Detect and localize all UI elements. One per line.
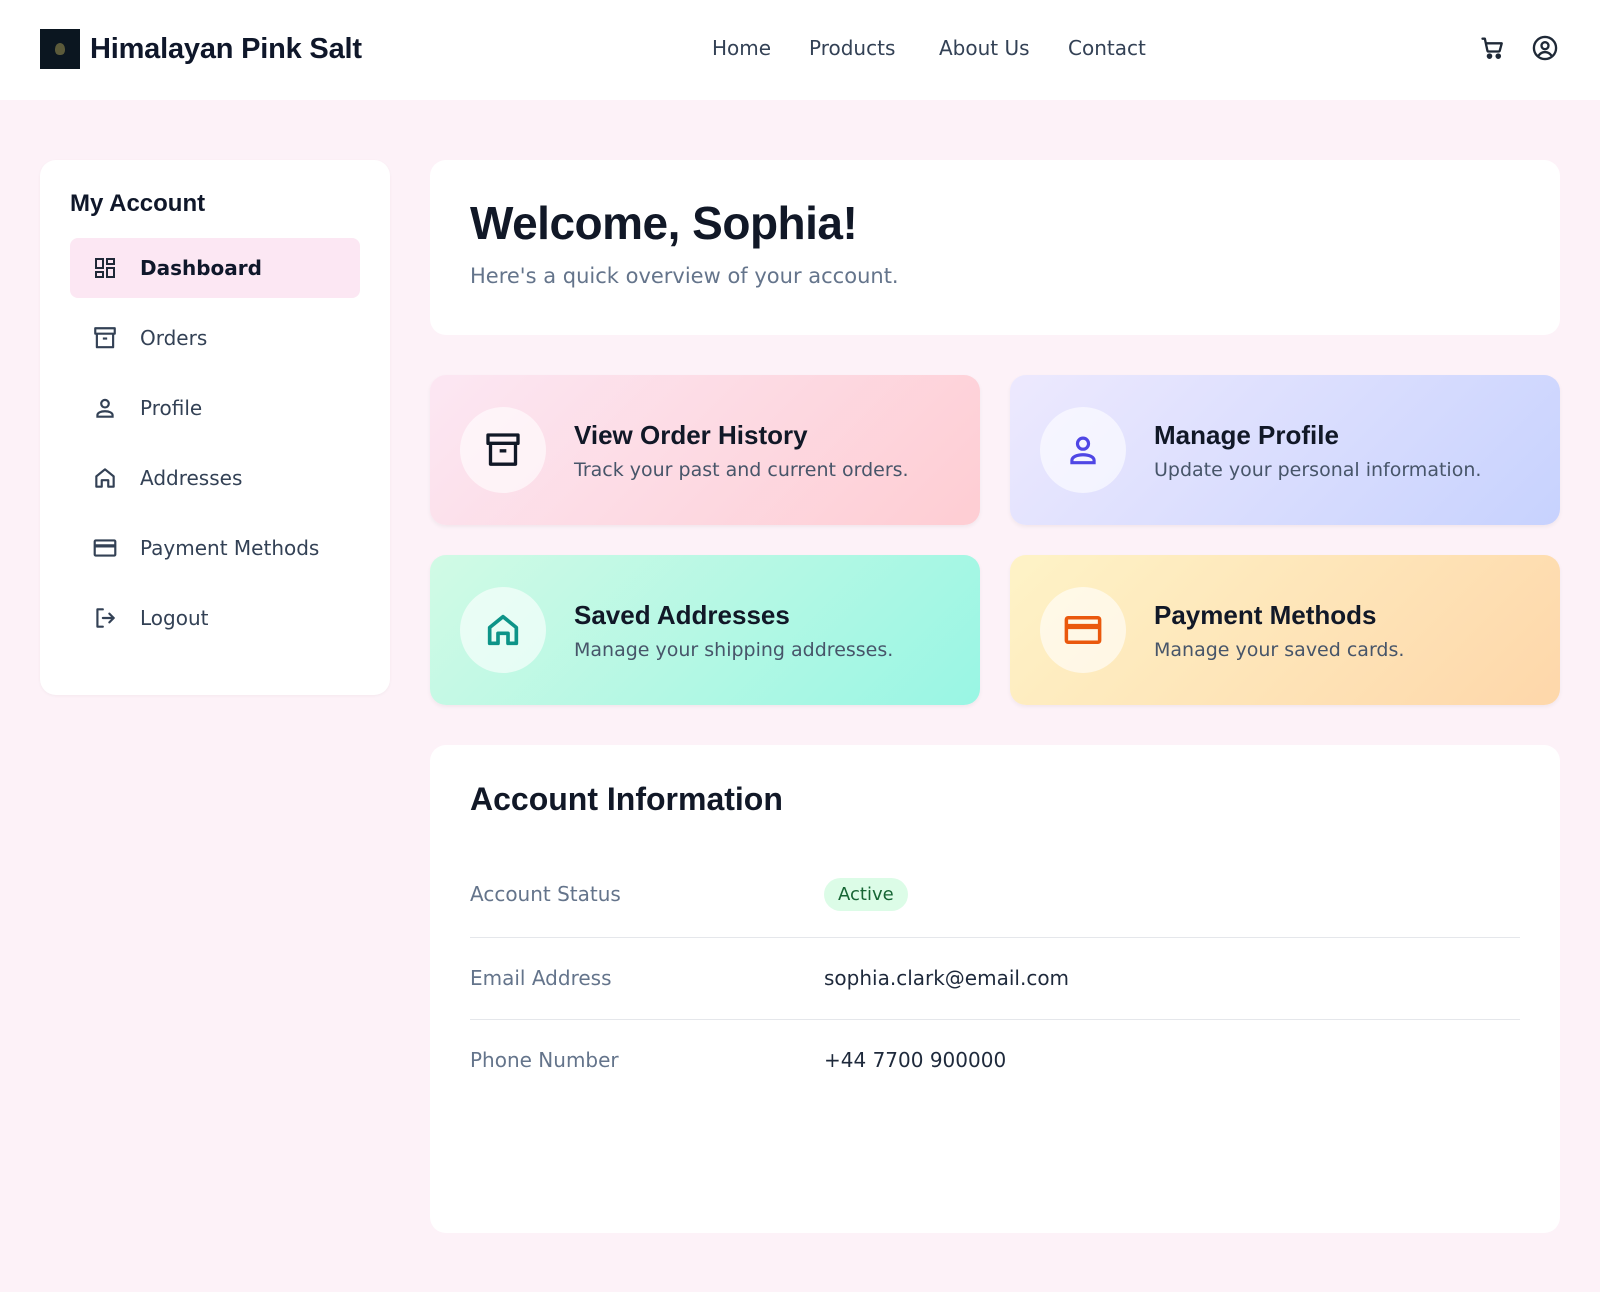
account-sidebar: My Account Dashboard Orders Profile Addr… — [40, 160, 390, 695]
account-information-title: Account Information — [470, 781, 783, 817]
info-label: Account Status — [470, 882, 621, 906]
home-icon — [460, 587, 546, 673]
card-view-order-history[interactable]: View Order History Track your past and c… — [430, 375, 980, 525]
card-title: Saved Addresses — [574, 599, 790, 630]
main-nav: Home Products About Us Contact — [0, 36, 1600, 62]
welcome-subtitle: Here's a quick overview of your account. — [470, 264, 899, 288]
archive-box-icon — [460, 407, 546, 493]
user-icon — [90, 393, 120, 423]
card-title: Payment Methods — [1154, 599, 1377, 630]
info-label: Phone Number — [470, 1048, 619, 1072]
nav-link-products[interactable]: Products — [809, 36, 895, 60]
nav-link-about[interactable]: About Us — [939, 36, 1030, 60]
sidebar-item-label: Logout — [140, 606, 209, 630]
nav-link-home[interactable]: Home — [712, 36, 771, 60]
phone-value: +44 7700 900000 — [824, 1048, 1007, 1072]
card-saved-addresses[interactable]: Saved Addresses Manage your shipping add… — [430, 555, 980, 705]
sidebar-item-label: Dashboard — [140, 256, 262, 280]
info-row-phone: Phone Number +44 7700 900000 — [470, 1020, 1520, 1102]
info-label: Email Address — [470, 966, 612, 990]
email-value: sophia.clark@email.com — [824, 966, 1070, 990]
welcome-panel: Welcome, Sophia! Here's a quick overview… — [430, 160, 1560, 335]
welcome-title: Welcome, Sophia! — [470, 197, 858, 249]
logout-icon — [90, 603, 120, 633]
cart-icon[interactable] — [1478, 33, 1508, 63]
account-information-panel: Account Information Account Status Activ… — [430, 745, 1560, 1233]
dashboard-icon — [90, 253, 120, 283]
top-navbar: Himalayan Pink Salt Home Products About … — [0, 0, 1600, 100]
card-description: Update your personal information. — [1154, 458, 1482, 481]
sidebar-item-label: Orders — [140, 326, 208, 350]
card-description: Track your past and current orders. — [574, 458, 909, 481]
sidebar-item-label: Profile — [140, 396, 203, 420]
sidebar-item-dashboard[interactable]: Dashboard — [70, 238, 360, 298]
info-row-email: Email Address sophia.clark@email.com — [470, 938, 1520, 1020]
sidebar-item-logout[interactable]: Logout — [70, 588, 360, 648]
card-payment-methods[interactable]: Payment Methods Manage your saved cards. — [1010, 555, 1560, 705]
sidebar-item-label: Addresses — [140, 466, 243, 490]
sidebar-item-label: Payment Methods — [140, 536, 320, 560]
card-manage-profile[interactable]: Manage Profile Update your personal info… — [1010, 375, 1560, 525]
nav-link-contact[interactable]: Contact — [1068, 36, 1146, 60]
user-circle-icon[interactable] — [1530, 33, 1560, 63]
card-title: View Order History — [574, 419, 808, 450]
sidebar-item-payment-methods[interactable]: Payment Methods — [70, 518, 360, 578]
credit-card-icon — [90, 533, 120, 563]
card-description: Manage your saved cards. — [1154, 638, 1405, 661]
status-badge: Active — [824, 878, 908, 911]
sidebar-item-orders[interactable]: Orders — [70, 308, 360, 368]
credit-card-icon — [1040, 587, 1126, 673]
info-row-account-status: Account Status Active — [470, 856, 1520, 938]
sidebar-item-addresses[interactable]: Addresses — [70, 448, 360, 508]
sidebar-title: My Account — [70, 190, 206, 217]
archive-box-icon — [90, 323, 120, 353]
user-icon — [1040, 407, 1126, 493]
card-title: Manage Profile — [1154, 419, 1339, 450]
card-description: Manage your shipping addresses. — [574, 638, 894, 661]
home-icon — [90, 463, 120, 493]
sidebar-item-profile[interactable]: Profile — [70, 378, 360, 438]
